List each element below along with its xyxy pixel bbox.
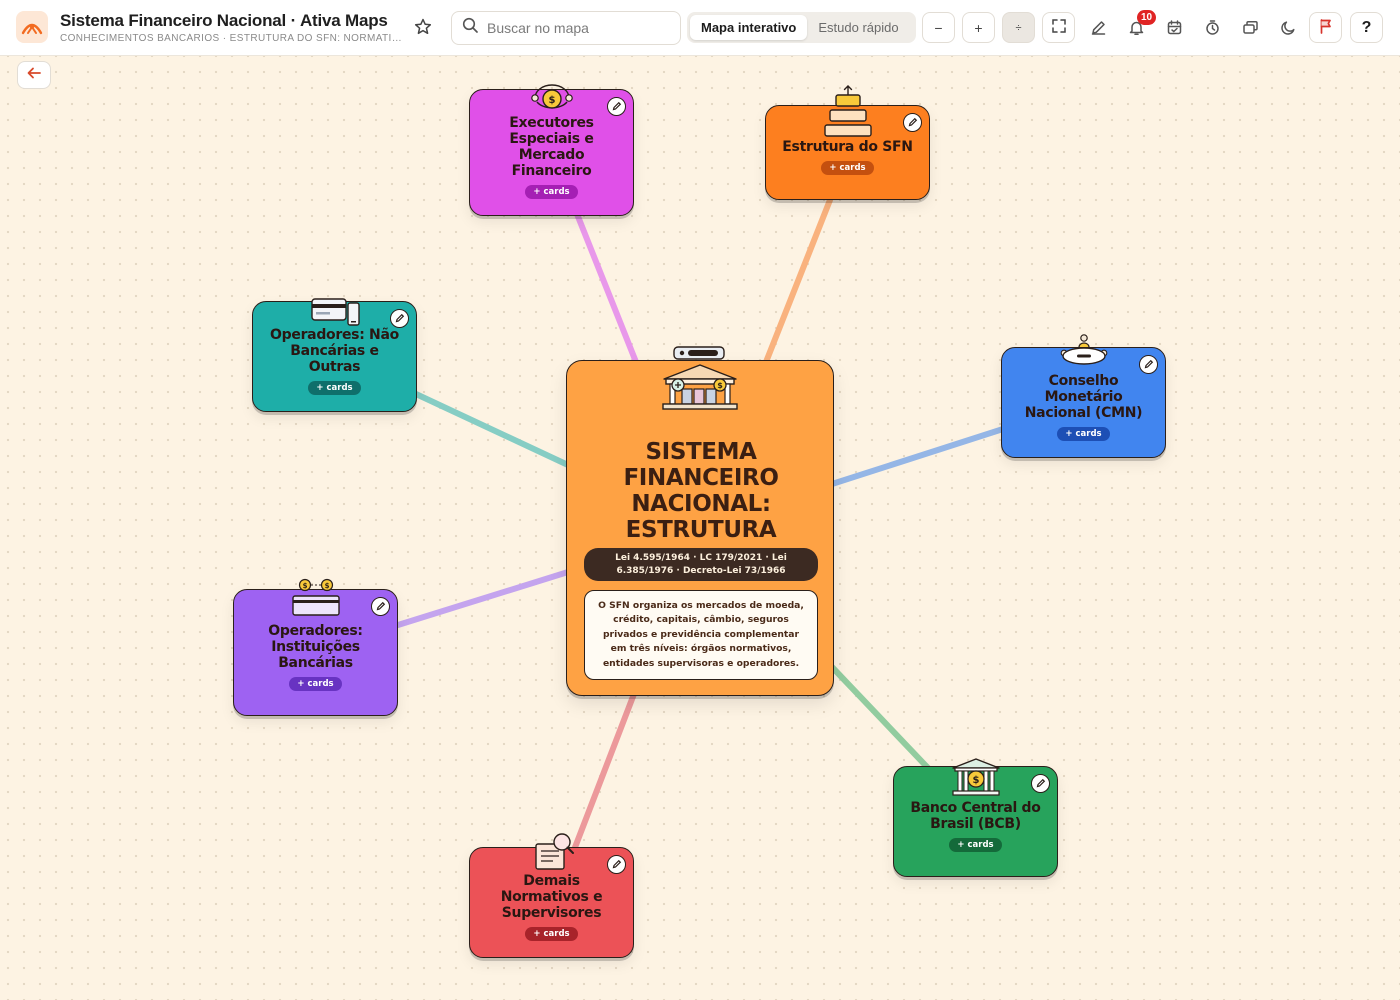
- pencil-icon: [1144, 356, 1154, 374]
- node-bcb[interactable]: $ Banco Central do Brasil (BCB) + cards: [893, 758, 1058, 877]
- laws-pill: Lei 4.595/1964 · LC 179/2021 · Lei 6.385…: [584, 548, 818, 581]
- connector-executores: [574, 211, 639, 365]
- add-cards-button[interactable]: + cards: [1057, 426, 1110, 441]
- edit-button[interactable]: [371, 597, 390, 616]
- node-title: Executores Especiais e Mercado Financeir…: [509, 114, 594, 179]
- svg-text:$: $: [717, 381, 723, 390]
- add-cards-button[interactable]: + cards: [308, 380, 361, 395]
- coin-cycle-icon: $: [529, 82, 575, 119]
- node-executores[interactable]: $ Executores Especiais e Mercado Finance…: [469, 84, 634, 216]
- node-nao-bancarias[interactable]: Operadores: Não Bancárias e Outras + car…: [252, 298, 417, 412]
- add-cards-button[interactable]: + cards: [525, 926, 578, 941]
- node-title: Operadores: Instituições Bancárias: [268, 622, 363, 671]
- add-cards-button[interactable]: + cards: [289, 676, 342, 691]
- edit-button[interactable]: [607, 97, 626, 116]
- add-cards-button[interactable]: + cards: [821, 160, 874, 175]
- central-bank-icon: $: [950, 757, 1002, 802]
- bank-card-coins-icon: $ $: [290, 578, 342, 623]
- connector-nao-bancarias: [413, 391, 571, 468]
- center-title: SISTEMA FINANCEIRO NACIONAL: ESTRUTURA: [623, 439, 779, 543]
- node-title: Demais Normativos e Supervisores: [500, 872, 603, 921]
- edit-button[interactable]: [1139, 355, 1158, 374]
- document-magnifier-icon: [531, 832, 577, 879]
- node-title: Operadores: Não Bancárias e Outras: [270, 326, 399, 375]
- connector-bancarias: [395, 569, 571, 628]
- center-description: O SFN organiza os mercados de moeda, cré…: [584, 590, 818, 680]
- pencil-icon: [376, 598, 386, 616]
- pencil-icon: [908, 114, 918, 132]
- pencil-icon: [395, 310, 405, 328]
- connector-estrutura: [763, 197, 833, 365]
- stacked-layers-icon: [822, 84, 874, 145]
- svg-text:$: $: [548, 95, 555, 106]
- node-instituicoes-bancarias[interactable]: $ $ Operadores: Instituições Bancárias +…: [233, 578, 398, 716]
- pencil-icon: [1036, 775, 1046, 793]
- connector-bcb: [829, 664, 931, 771]
- node-cmn[interactable]: Conselho Monetário Nacional (CMN) + card…: [1001, 334, 1166, 458]
- node-title: Banco Central do Brasil (BCB): [910, 799, 1041, 832]
- node-estrutura-sfn[interactable]: Estrutura do SFN + cards: [765, 85, 930, 200]
- edit-button[interactable]: [390, 309, 409, 328]
- add-cards-button[interactable]: + cards: [525, 184, 578, 199]
- connector-cmn: [829, 426, 1006, 487]
- pencil-icon: [612, 856, 622, 874]
- svg-text:$: $: [324, 582, 329, 590]
- node-demais-normativos[interactable]: Demais Normativos e Supervisores + cards: [469, 833, 634, 958]
- council-table-icon: [1058, 332, 1110, 375]
- edit-button[interactable]: [607, 855, 626, 874]
- center-node[interactable]: $ SISTEMA FINANCEIRO NACIONAL: ESTRUTURA…: [566, 346, 834, 696]
- card-phone-icon: [309, 296, 361, 333]
- edit-button[interactable]: [903, 113, 922, 132]
- svg-text:$: $: [972, 775, 979, 786]
- edit-button[interactable]: [1031, 774, 1050, 793]
- add-cards-button[interactable]: + cards: [949, 837, 1002, 852]
- connector-demais: [571, 691, 637, 853]
- node-title: Conselho Monetário Nacional (CMN): [1024, 372, 1143, 421]
- svg-text:$: $: [302, 582, 307, 590]
- pencil-icon: [612, 98, 622, 116]
- bank-building-icon: $: [660, 345, 740, 416]
